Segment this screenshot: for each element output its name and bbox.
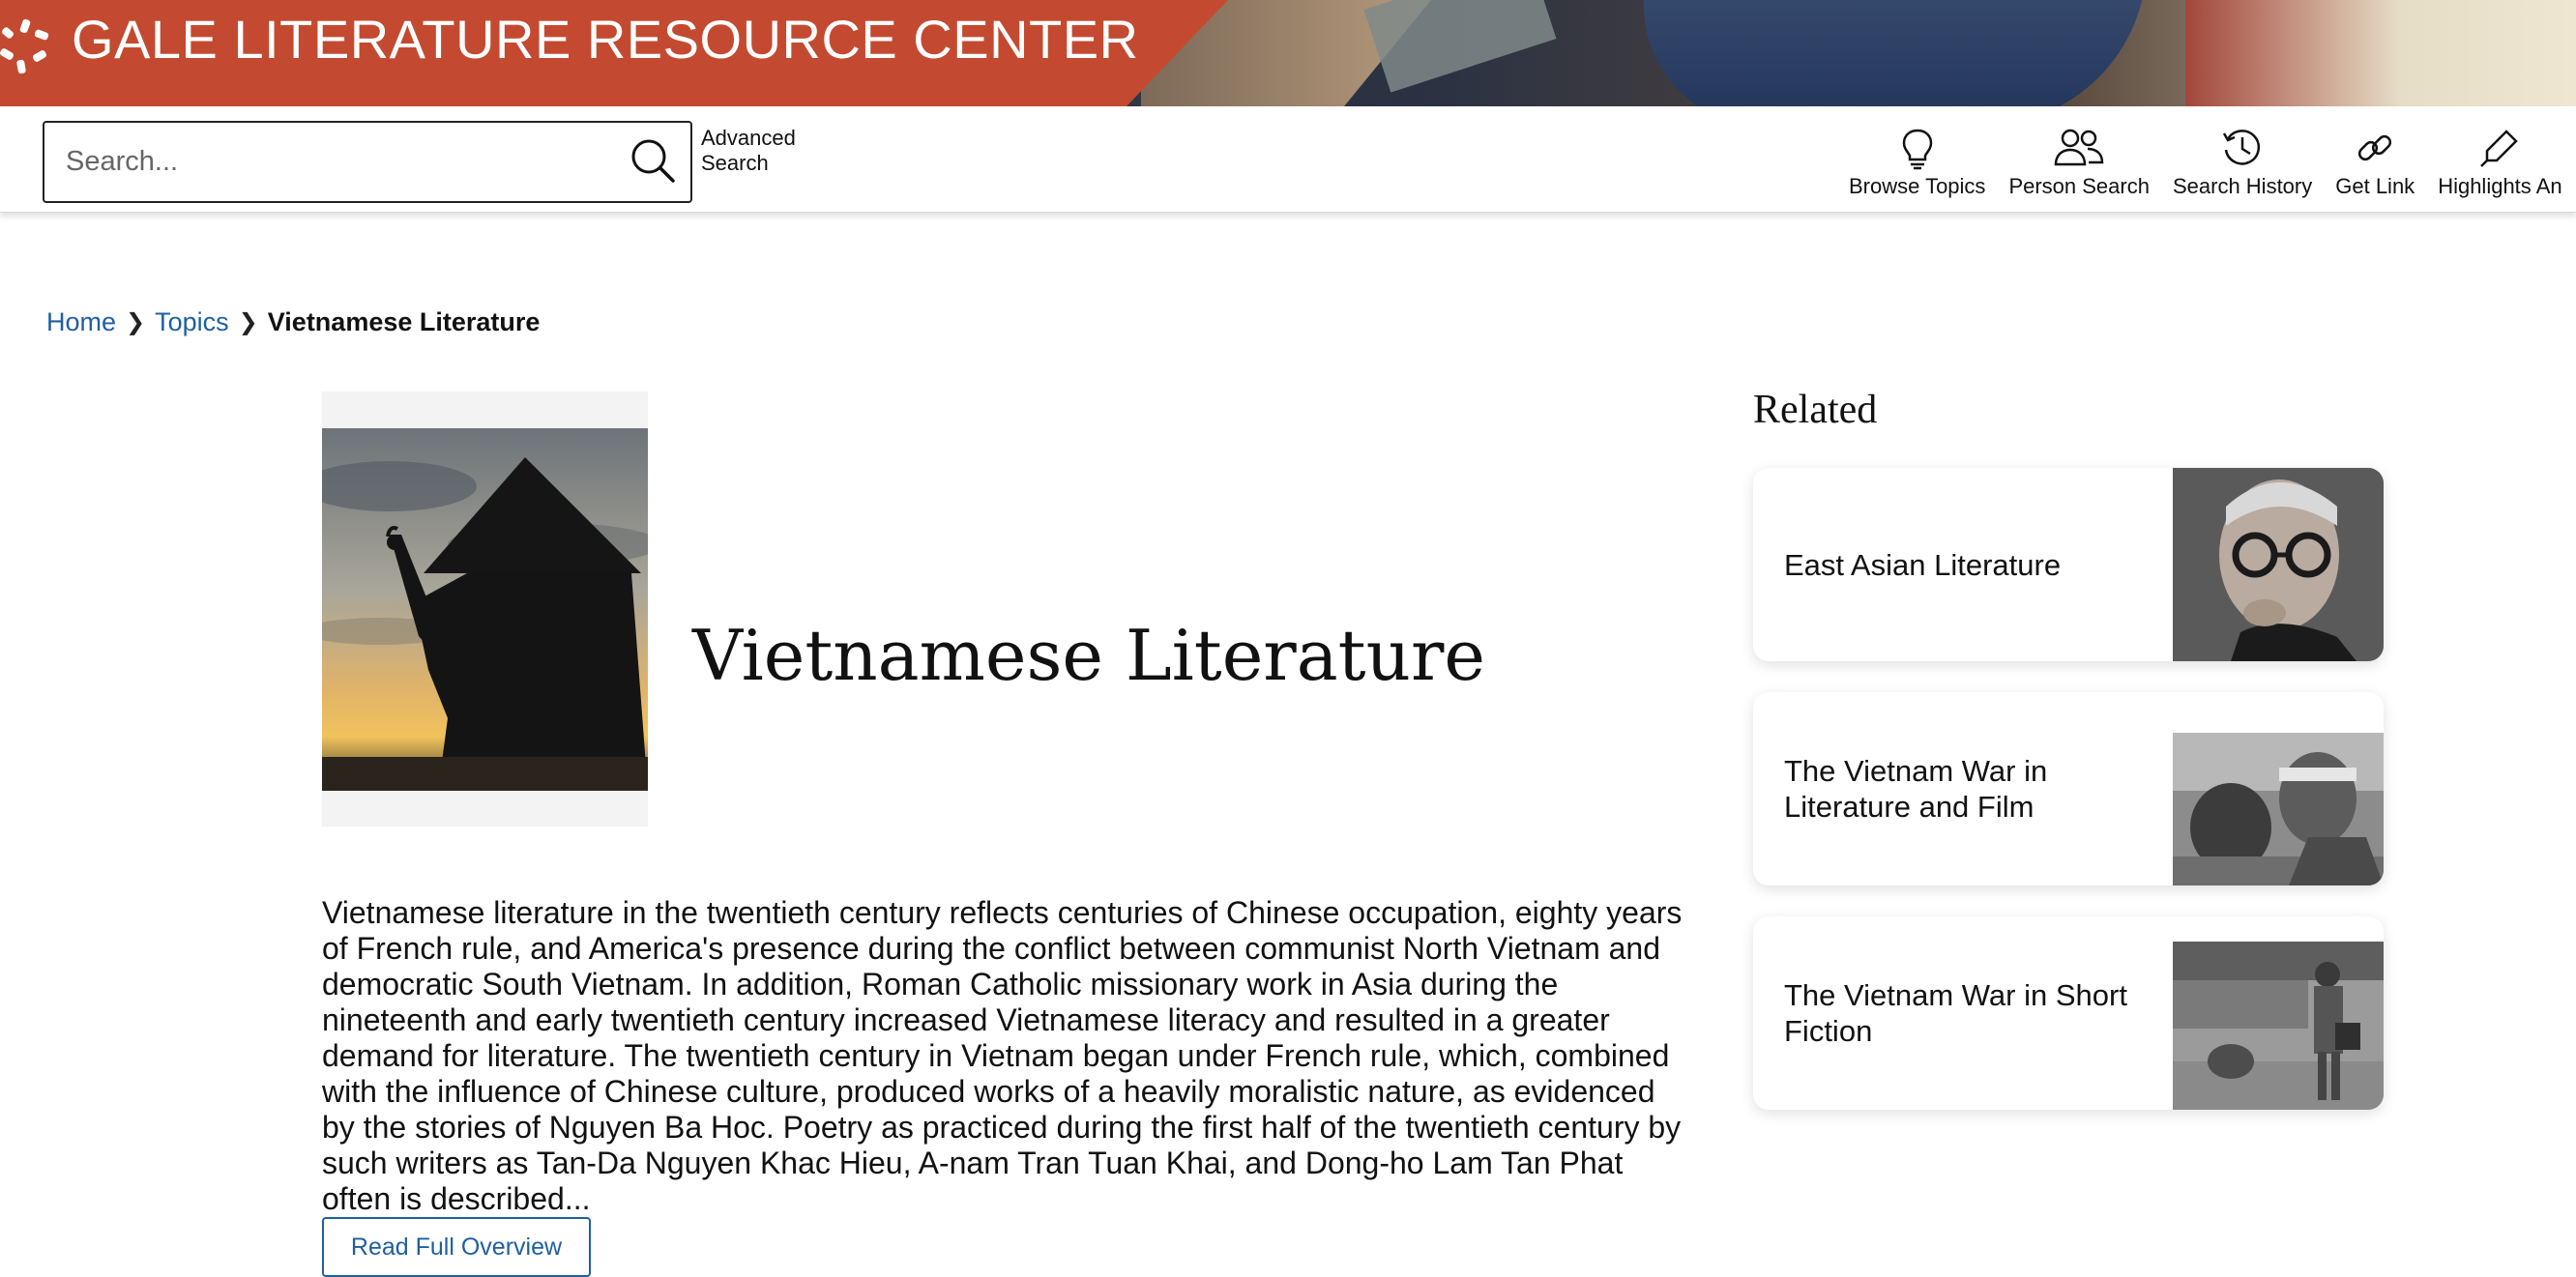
- highlighter-icon: [2480, 130, 2519, 167]
- lightbulb-icon: [1902, 129, 1932, 170]
- history-icon: [2223, 130, 2261, 165]
- tool-person-search[interactable]: Person Search: [1997, 126, 2161, 199]
- link-icon: [2358, 134, 2392, 161]
- search-input[interactable]: [64, 123, 605, 201]
- banner-photo-jeans: [1644, 0, 2147, 106]
- related-card-label: East Asian Literature: [1784, 547, 2062, 582]
- related-card-thumbnail: [2173, 468, 2384, 661]
- breadcrumb-home[interactable]: Home: [46, 307, 116, 337]
- tool-get-link[interactable]: Get Link: [2324, 126, 2426, 199]
- advanced-search-link[interactable]: Advanced Search: [701, 126, 827, 176]
- tool-label: Browse Topics: [1849, 174, 1986, 198]
- tool-label: Person Search: [2008, 174, 2150, 198]
- related-card-label: The Vietnam War in Short Fiction: [1784, 978, 2127, 1048]
- toolbar: Advanced Search Browse Topics Person Sea…: [0, 106, 2576, 213]
- related-card-thumbnail: [2173, 692, 2384, 885]
- page-title: Vietnamese Literature: [692, 615, 1485, 697]
- banner-photo-book: [1363, 0, 1557, 93]
- soldiers-film-still-photo: [2173, 692, 2384, 885]
- tool-search-history[interactable]: Search History: [2161, 126, 2324, 199]
- app-title: GALE LITERATURE RESOURCE CENTER: [72, 9, 1139, 70]
- related-card-vietnam-war-short-fiction[interactable]: The Vietnam War in Short Fiction: [1753, 916, 2384, 1110]
- read-full-overview-button[interactable]: Read Full Overview: [322, 1217, 591, 1277]
- banner-photo-hands: [2185, 0, 2576, 106]
- related-card-east-asian-literature[interactable]: East Asian Literature: [1753, 468, 2384, 661]
- gale-logo-icon: [0, 18, 49, 74]
- related-heading: Related: [1753, 388, 1878, 432]
- chevron-right-icon: ❯: [238, 309, 258, 335]
- search-icon[interactable]: [629, 136, 679, 187]
- topic-image: [322, 428, 648, 791]
- tool-label: Highlights An: [2438, 174, 2562, 198]
- silhouette-conical-hat-photo: [322, 428, 648, 791]
- tool-browse-topics[interactable]: Browse Topics: [1837, 126, 1997, 199]
- tool-label: Search History: [2172, 174, 2313, 198]
- brand-bar[interactable]: GALE LITERATURE RESOURCE CENTER: [0, 0, 1228, 106]
- people-icon: [2054, 129, 2104, 166]
- tools-menu: Browse Topics Person Search Search Histo…: [1837, 126, 2574, 199]
- breadcrumb: Home ❯ Topics ❯ Vietnamese Literature: [46, 307, 540, 337]
- related-card-thumbnail: [2173, 916, 2384, 1110]
- breadcrumb-current: Vietnamese Literature: [267, 307, 541, 336]
- topic-overview: Vietnamese literature in the twentieth c…: [322, 895, 1683, 1216]
- topic-image-frame: [322, 392, 648, 827]
- search-box: [43, 121, 692, 203]
- man-with-glasses-photo: [2173, 468, 2384, 661]
- breadcrumb-topics[interactable]: Topics: [155, 307, 229, 337]
- header-banner: GALE LITERATURE RESOURCE CENTER: [0, 0, 2576, 106]
- related-card-label: The Vietnam War in Literature and Film: [1784, 754, 2048, 824]
- tool-label: Get Link: [2335, 174, 2415, 198]
- tool-highlights[interactable]: Highlights An: [2426, 126, 2573, 199]
- related-card-vietnam-war-literature-film[interactable]: The Vietnam War in Literature and Film: [1753, 692, 2384, 885]
- soldier-village-photo: [2173, 916, 2384, 1110]
- chevron-right-icon: ❯: [126, 309, 146, 335]
